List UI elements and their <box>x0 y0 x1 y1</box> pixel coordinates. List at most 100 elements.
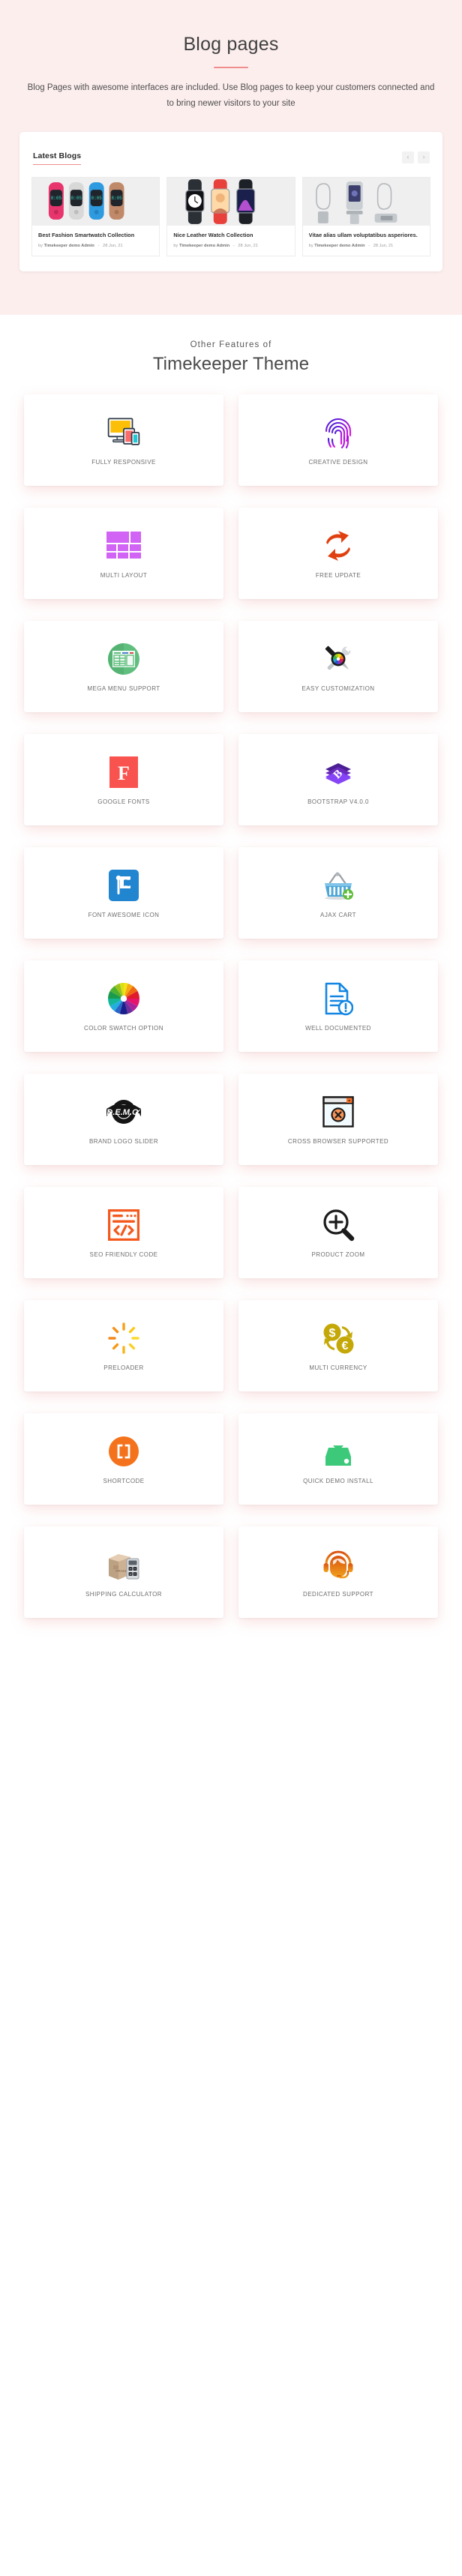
feature-label: SEO FRIENDLY CODE <box>90 1251 158 1258</box>
blog-post-title[interactable]: Nice Leather Watch Collection <box>173 232 288 239</box>
feature-label: DEDICATED SUPPORT <box>303 1591 374 1598</box>
feature-label: SHIPPING CALCULATOR <box>86 1591 162 1598</box>
feature-label: BOOTSTRAP V4.0.0 <box>308 798 369 805</box>
feature-card[interactable]: FREE UPDATE <box>238 508 438 599</box>
feature-card[interactable]: COLOR SWATCH OPTION <box>24 960 224 1052</box>
blog-post-thumbnail: 8:05 8:05 8:05 8:05 <box>32 178 159 226</box>
document-info-icon <box>323 981 353 1016</box>
feature-card[interactable]: F GOOGLE FONTS <box>24 734 224 825</box>
svg-text:8:05: 8:05 <box>111 196 122 201</box>
feature-card[interactable]: B BOOTSTRAP V4.0.0 <box>238 734 438 825</box>
feature-label: QUICK DEMO INSTALL <box>303 1478 374 1484</box>
feature-card[interactable]: AJAX CART <box>238 847 438 939</box>
blog-post-title[interactable]: Vitae alias ullam voluptatibus asperiore… <box>309 232 424 239</box>
refresh-arrows-icon <box>322 529 355 563</box>
features-eyebrow: Other Features of <box>0 340 462 349</box>
leather-smartwatch-row-icon <box>167 178 294 226</box>
blog-post-card[interactable]: Nice Leather Watch Collection by Timekee… <box>166 177 295 257</box>
feature-card[interactable]: EASY CUSTOMIZATION <box>238 621 438 712</box>
blog-post-date: 28 Jun, 21 <box>103 244 123 248</box>
feature-label: GOOGLE FONTS <box>98 798 149 805</box>
carousel-prev-button[interactable]: ‹ <box>402 151 414 163</box>
feature-card[interactable]: $ € MULTI CURRENCY <box>238 1300 438 1391</box>
feature-card[interactable]: QUICK DEMO INSTALL <box>238 1413 438 1505</box>
feature-label: FREE UPDATE <box>316 572 361 579</box>
blog-post-card[interactable]: 8:05 8:05 8:05 8:05 Best Fashion Smartwa… <box>32 177 160 257</box>
feature-card[interactable]: D.E.M.O. BRAND LOGO SLIDER <box>24 1074 224 1165</box>
responsive-devices-icon <box>106 415 141 450</box>
shopping-basket-icon <box>321 868 356 903</box>
feature-label: CREATIVE DESIGN <box>308 459 368 466</box>
feature-card[interactable]: MULTI LAYOUT <box>24 508 224 599</box>
blog-hero-section: Blog pages Blog Pages with awesome inter… <box>0 0 462 315</box>
feature-label: COLOR SWATCH OPTION <box>84 1025 164 1032</box>
magnifier-plus-icon <box>322 1208 355 1242</box>
feature-card[interactable]: FONT AWESOME ICON <box>24 847 224 939</box>
page-subtitle: Blog Pages with awesome interfaces are i… <box>26 80 436 112</box>
feature-card[interactable]: FRAGILE +− ×÷ SHIPPING CALCULATOR <box>24 1526 224 1618</box>
feature-label: CROSS BROWSER SUPPORTED <box>288 1138 388 1145</box>
carousel-nav: ‹ › <box>402 151 430 163</box>
blog-post-body: Vitae alias ullam voluptatibus asperiore… <box>303 226 430 256</box>
brackets-circle-icon <box>108 1434 140 1469</box>
blog-post-meta: by Timekeeper demo Admin - 28 Jun, 21 <box>309 244 424 248</box>
blog-post-body: Nice Leather Watch Collection by Timekee… <box>167 226 294 256</box>
blog-post-thumbnail <box>167 178 294 226</box>
feature-label: PRELOADER <box>104 1364 143 1371</box>
demo-badge-icon: D.E.M.O. <box>106 1095 142 1129</box>
blog-post-card[interactable]: Vitae alias ullam voluptatibus asperiore… <box>302 177 430 257</box>
feature-card[interactable]: CROSS BROWSER SUPPORTED <box>238 1074 438 1165</box>
feature-card[interactable]: SEO FRIENDLY CODE <box>24 1187 224 1278</box>
blog-post-date: 28 Jun, 21 <box>374 244 394 248</box>
svg-text:8:05: 8:05 <box>91 196 102 201</box>
page-title: Blog pages <box>0 33 462 55</box>
blog-post-author: Timekeeper demo Admin <box>44 244 94 248</box>
feature-card[interactable]: PRODUCT ZOOM <box>238 1187 438 1278</box>
blog-post-grid: 8:05 8:05 8:05 8:05 Best Fashion Smartwa… <box>32 177 430 257</box>
google-fonts-f-icon: F <box>110 755 138 789</box>
wrench-screwdriver-icon <box>321 642 356 676</box>
package-calculator-icon: FRAGILE +− ×÷ <box>106 1547 141 1582</box>
feature-card[interactable]: PRELOADER <box>24 1300 224 1391</box>
color-wheel-icon <box>108 981 140 1016</box>
feature-label: PRODUCT ZOOM <box>311 1251 364 1258</box>
blog-post-meta-separator: - <box>231 244 237 248</box>
other-features-section: Other Features of Timekeeper Theme FULLY… <box>0 315 462 1640</box>
feature-card[interactable]: CREATIVE DESIGN <box>238 394 438 486</box>
feature-label: MULTI LAYOUT <box>100 572 147 579</box>
flag-icon <box>109 868 139 903</box>
feature-label: FONT AWESOME ICON <box>88 912 160 918</box>
svg-text:F: F <box>118 762 130 784</box>
features-heading: Timekeeper Theme <box>0 354 462 375</box>
blog-post-by-prefix: by <box>309 244 314 248</box>
browser-window-icon <box>322 1095 354 1129</box>
bootstrap-icon: B <box>322 755 355 789</box>
feature-label: WELL DOCUMENTED <box>305 1025 371 1032</box>
feature-label: EASY CUSTOMIZATION <box>302 685 374 692</box>
headset-support-icon <box>321 1547 356 1582</box>
latest-blogs-header: Latest Blogs ‹ › <box>32 151 430 165</box>
latest-blogs-title: Latest Blogs <box>33 151 81 165</box>
feature-card[interactable]: DEDICATED SUPPORT <box>238 1526 438 1618</box>
blog-post-author: Timekeeper demo Admin <box>314 244 364 248</box>
feature-label: AJAX CART <box>320 912 356 918</box>
grid-layout-icon <box>106 529 141 563</box>
feature-card[interactable]: MEGA MENU SUPPORT <box>24 621 224 712</box>
feature-card[interactable]: FULLY RESPONSIVE <box>24 394 224 486</box>
feature-card[interactable]: SHORTCODE <box>24 1413 224 1505</box>
download-box-icon <box>322 1434 355 1469</box>
code-window-icon <box>108 1208 140 1242</box>
mega-menu-icon <box>107 642 140 676</box>
svg-text:8:05: 8:05 <box>51 196 62 201</box>
watch-parts-grid-icon <box>303 178 430 226</box>
feature-label: BRAND LOGO SLIDER <box>89 1138 158 1145</box>
svg-text:$: $ <box>329 1327 336 1340</box>
svg-text:8:05: 8:05 <box>71 196 82 201</box>
carousel-next-button[interactable]: › <box>418 151 430 163</box>
blog-post-meta-separator: - <box>96 244 102 248</box>
feature-card[interactable]: WELL DOCUMENTED <box>238 960 438 1052</box>
blog-post-meta: by Timekeeper demo Admin - 28 Jun, 21 <box>38 244 153 248</box>
latest-blogs-panel: Latest Blogs ‹ › <box>20 132 442 272</box>
blog-post-title[interactable]: Best Fashion Smartwatch Collection <box>38 232 153 239</box>
currency-exchange-icon: $ € <box>321 1321 356 1355</box>
